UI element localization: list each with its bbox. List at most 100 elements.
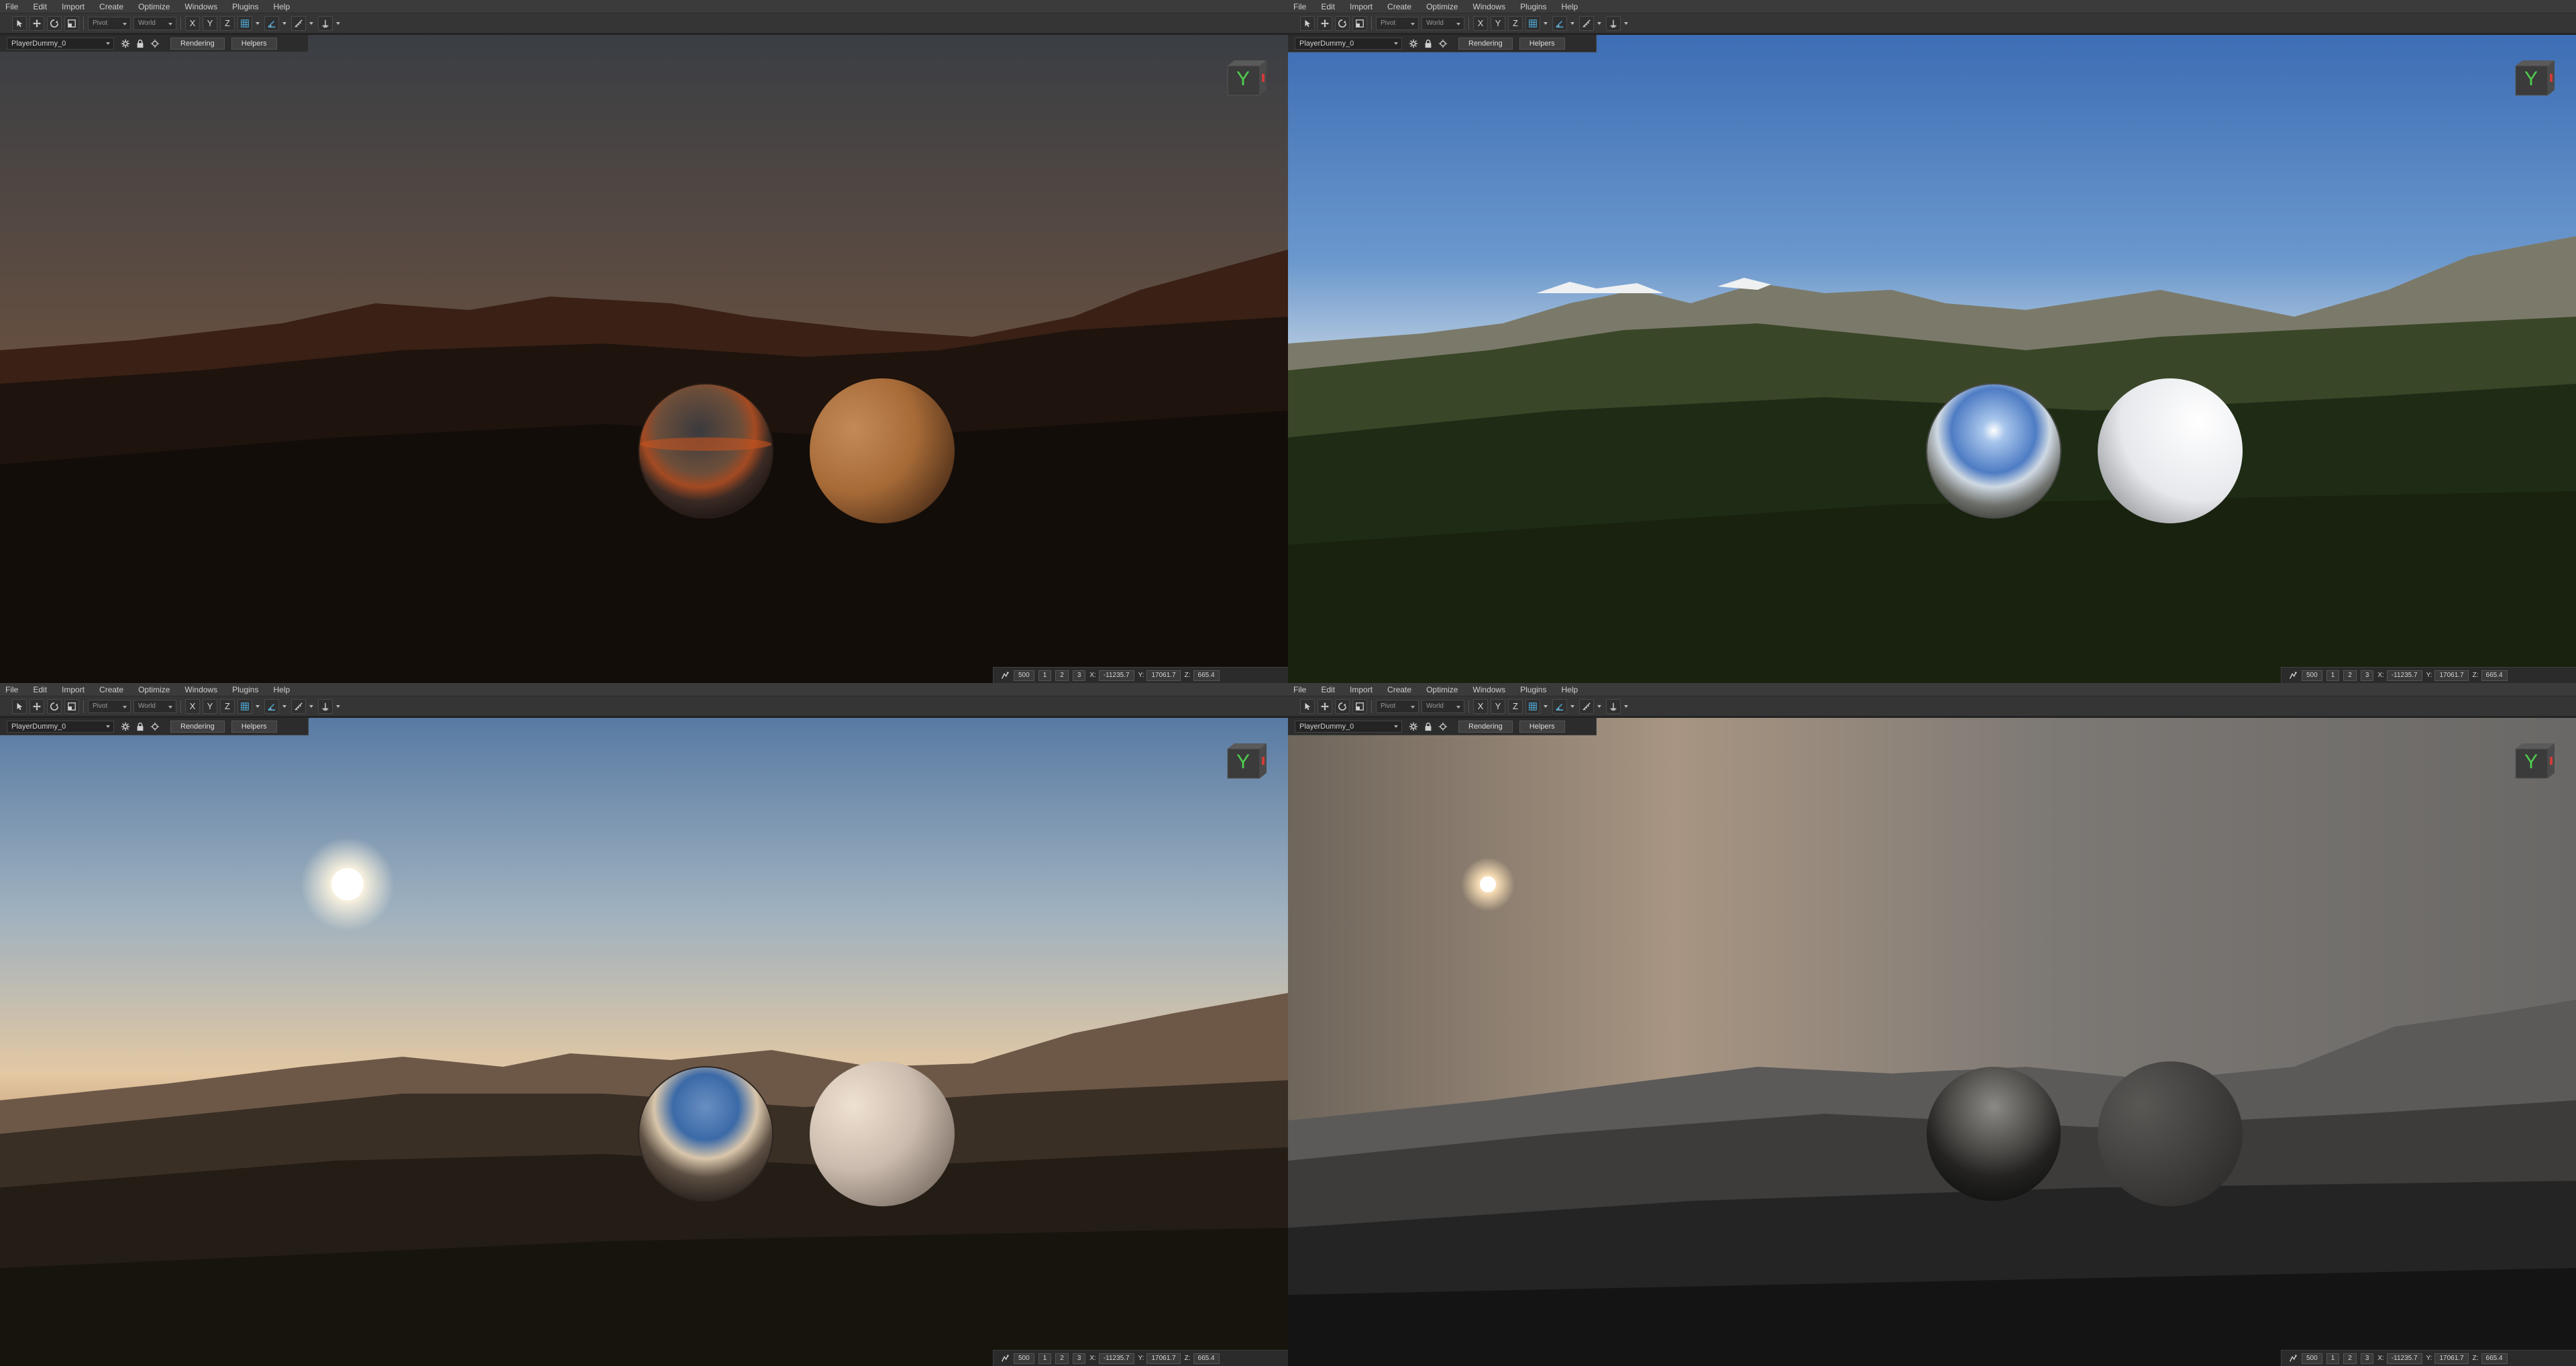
terrain-snap-button[interactable] (1606, 15, 1621, 31)
axis-z-button[interactable]: Z (1508, 698, 1523, 714)
terrain-snap-button[interactable] (318, 698, 333, 714)
axis-x-button[interactable]: X (185, 698, 200, 714)
move-button[interactable] (1318, 698, 1332, 714)
settings-gear-button[interactable] (1407, 721, 1419, 733)
measure-dropdown[interactable] (309, 16, 314, 31)
camera-speed-input[interactable]: 500 (1014, 670, 1034, 681)
space-select[interactable]: World (1421, 16, 1464, 30)
axis-z-button[interactable]: Z (1508, 15, 1523, 31)
crosshair-button[interactable] (1437, 721, 1449, 733)
rendering-tab[interactable]: Rendering (1458, 720, 1513, 733)
angle-snap-dropdown[interactable] (1570, 699, 1575, 714)
coord-y-value[interactable]: 17061.7 (1146, 670, 1181, 681)
angle-snap-button[interactable] (1552, 698, 1567, 714)
speed-preset-3-button[interactable]: 3 (2360, 670, 2374, 681)
axis-y-button[interactable]: Y (203, 15, 217, 31)
terrain-snap-dropdown[interactable] (1623, 699, 1629, 714)
rendering-tab[interactable]: Rendering (170, 720, 225, 733)
helpers-tab[interactable]: Helpers (231, 720, 277, 733)
angle-snap-dropdown[interactable] (1570, 16, 1575, 31)
rendering-tab[interactable]: Rendering (170, 37, 225, 50)
space-select[interactable]: World (133, 16, 176, 30)
menu-item-windows[interactable]: Windows (184, 2, 217, 11)
lock-button[interactable] (134, 721, 146, 733)
nav-cube[interactable]: Y (1225, 742, 1268, 780)
menu-item-file[interactable]: File (1293, 685, 1306, 694)
axis-z-button[interactable]: Z (220, 15, 235, 31)
terrain-snap-dropdown[interactable] (335, 699, 341, 714)
scale-button[interactable] (64, 698, 79, 714)
measure-dropdown[interactable] (1597, 16, 1602, 31)
rotate-button[interactable] (1335, 698, 1350, 714)
measure-button[interactable] (1579, 698, 1594, 714)
settings-gear-button[interactable] (119, 38, 131, 50)
coord-y-value[interactable]: 17061.7 (2434, 670, 2469, 681)
select-arrow-button[interactable] (12, 698, 27, 714)
grid-snap-button[interactable] (237, 15, 252, 31)
menu-item-create[interactable]: Create (99, 2, 123, 11)
select-arrow-button[interactable] (1300, 15, 1315, 31)
rotate-button[interactable] (47, 15, 62, 31)
speed-preset-3-button[interactable]: 3 (1072, 670, 1086, 681)
axis-y-button[interactable]: Y (1491, 15, 1505, 31)
speed-preset-3-button[interactable]: 3 (2360, 1353, 2374, 1364)
scale-button[interactable] (1352, 698, 1367, 714)
measure-button[interactable] (1579, 15, 1594, 31)
coord-x-value[interactable]: -11235.7 (1098, 1353, 1134, 1364)
menu-item-create[interactable]: Create (1387, 685, 1411, 694)
helpers-tab[interactable]: Helpers (1519, 720, 1565, 733)
camera-speed-button[interactable] (2287, 670, 2299, 682)
measure-button[interactable] (291, 698, 306, 714)
rendering-tab[interactable]: Rendering (1458, 37, 1513, 50)
camera-speed-input[interactable]: 500 (1014, 1353, 1034, 1364)
menu-item-help[interactable]: Help (1561, 685, 1578, 694)
speed-preset-1-button[interactable]: 1 (1038, 1353, 1052, 1364)
lock-button[interactable] (1422, 38, 1434, 50)
camera-speed-button[interactable] (2287, 1353, 2299, 1365)
pivot-select[interactable]: Pivot (1376, 16, 1419, 30)
pivot-select[interactable]: Pivot (1376, 699, 1419, 713)
menu-item-edit[interactable]: Edit (1321, 2, 1335, 11)
terrain-snap-dropdown[interactable] (335, 16, 341, 31)
nav-cube[interactable]: Y (1225, 59, 1268, 97)
coord-y-value[interactable]: 17061.7 (1146, 1353, 1181, 1364)
axis-y-button[interactable]: Y (203, 698, 217, 714)
angle-snap-button[interactable] (264, 698, 279, 714)
menu-item-edit[interactable]: Edit (1321, 685, 1335, 694)
menu-item-windows[interactable]: Windows (1472, 2, 1505, 11)
scale-button[interactable] (64, 15, 79, 31)
menu-item-optimize[interactable]: Optimize (1426, 685, 1458, 694)
menu-item-plugins[interactable]: Plugins (1520, 685, 1546, 694)
rotate-button[interactable] (47, 698, 62, 714)
grid-snap-button[interactable] (1525, 15, 1540, 31)
scale-button[interactable] (1352, 15, 1367, 31)
menu-item-help[interactable]: Help (1561, 2, 1578, 11)
move-button[interactable] (30, 698, 44, 714)
nav-cube[interactable]: Y (2513, 59, 2556, 97)
helpers-tab[interactable]: Helpers (1519, 37, 1565, 50)
menu-item-help[interactable]: Help (273, 685, 290, 694)
axis-x-button[interactable]: X (1473, 698, 1488, 714)
axis-x-button[interactable]: X (185, 15, 200, 31)
speed-preset-3-button[interactable]: 3 (1072, 1353, 1086, 1364)
camera-speed-button[interactable] (999, 1353, 1011, 1365)
speed-preset-1-button[interactable]: 1 (1038, 670, 1052, 681)
menu-item-help[interactable]: Help (273, 2, 290, 11)
move-button[interactable] (30, 15, 44, 31)
scene-low-sun[interactable] (0, 718, 1288, 1366)
menu-item-file[interactable]: File (5, 2, 18, 11)
menu-item-windows[interactable]: Windows (1472, 685, 1505, 694)
speed-preset-2-button[interactable]: 2 (2343, 670, 2357, 681)
coord-y-value[interactable]: 17061.7 (2434, 1353, 2469, 1364)
grid-snap-button[interactable] (237, 698, 252, 714)
terrain-snap-button[interactable] (318, 15, 333, 31)
settings-gear-button[interactable] (119, 721, 131, 733)
menu-item-optimize[interactable]: Optimize (138, 685, 170, 694)
speed-preset-2-button[interactable]: 2 (1055, 670, 1069, 681)
space-select[interactable]: World (133, 699, 176, 713)
nav-cube[interactable]: Y (2513, 742, 2556, 780)
menu-item-import[interactable]: Import (1350, 2, 1373, 11)
scene-dusk[interactable] (0, 35, 1288, 683)
speed-preset-1-button[interactable]: 1 (2326, 1353, 2340, 1364)
menu-item-file[interactable]: File (5, 685, 18, 694)
